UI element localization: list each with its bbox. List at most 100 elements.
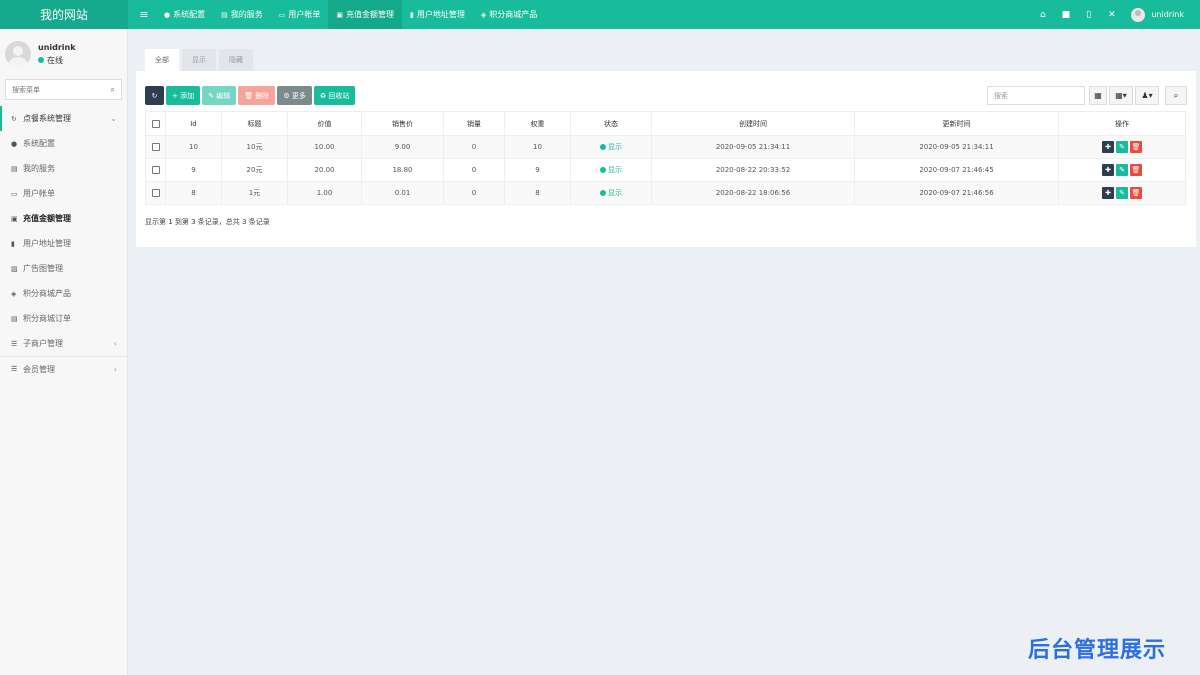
home-icon[interactable]: ⌂ — [1031, 10, 1054, 20]
col-title[interactable]: 标题 — [221, 111, 288, 136]
cell-updated: 2020-09-07 21:46:45 — [854, 158, 1059, 182]
cell-status[interactable]: 显示 — [570, 181, 652, 205]
edit-button[interactable]: ✎ 编辑 — [202, 86, 237, 105]
refresh-button[interactable]: ↻ — [145, 86, 164, 105]
sidebar-item-ordering-system[interactable]: ↻ 点餐系统管理 ⌄ — [0, 106, 127, 131]
topnav-user-bill[interactable]: ▭ 用户帐单 — [271, 0, 329, 29]
tab-shown[interactable]: 显示 — [182, 49, 216, 71]
status-dot-icon — [600, 167, 606, 173]
menu-search-input[interactable] — [12, 85, 102, 94]
edit-row-icon[interactable]: ✎ — [1116, 141, 1128, 153]
sidebar-item-members[interactable]: ☰ 会员管理 ‹ — [0, 356, 127, 381]
search-icon[interactable]: ⌕ — [1165, 86, 1187, 105]
col-updated[interactable]: 更新时间 — [854, 111, 1059, 136]
sidebar-item-my-service[interactable]: ▤ 我的服务 — [0, 156, 127, 181]
sidebar-item-points-order[interactable]: ▤ 积分商城订单 — [0, 306, 127, 331]
col-id[interactable]: Id — [165, 111, 222, 136]
topnav-points-product[interactable]: ◈ 积分商城产品 — [473, 0, 545, 29]
drag-sort-icon[interactable]: ✚ — [1102, 141, 1114, 153]
cell-value: 1.00 — [287, 181, 362, 205]
avatar — [1131, 7, 1146, 22]
cell-status[interactable]: 显示 — [570, 135, 652, 159]
col-created[interactable]: 创建时间 — [651, 111, 855, 136]
header-tools: ⌂ ■ ▯ ✕ unidrink — [1031, 0, 1200, 29]
trash-icon[interactable]: ■ — [1054, 10, 1077, 20]
table-search-input[interactable]: 搜索 — [987, 86, 1085, 105]
cell-updated: 2020-09-05 21:34:11 — [854, 135, 1059, 159]
cell-title: 10元 — [221, 135, 288, 159]
delete-button[interactable]: 🗑 删除 — [238, 86, 276, 105]
toolbar: ↻ + 添加 ✎ 编辑 🗑 删除 ⚙ 更多 ♻ 回收站 — [145, 86, 357, 105]
table-tools: ▦ ▦▾ ♟▾ ⌕ — [1087, 86, 1187, 105]
sidebar-item-user-bill[interactable]: ▭ 用户帐单 — [0, 181, 127, 206]
top-header: 我的网站 ≡ ● 系统配置 ▤ 我的服务 ▭ 用户帐单 ▣ 充值金额管理 ▮ 用户地址管理… — [0, 0, 1200, 29]
card-view-icon[interactable]: ▦ — [1089, 86, 1107, 105]
col-value[interactable]: 价值 — [287, 111, 362, 136]
more-button[interactable]: ⚙ 更多 — [277, 86, 312, 105]
money-icon: ▣ — [11, 214, 18, 223]
columns-icon[interactable]: ▦▾ — [1109, 86, 1133, 105]
menu-toggle-icon[interactable]: ≡ — [132, 8, 156, 21]
edit-row-icon[interactable]: ✎ — [1116, 164, 1128, 176]
delete-row-icon[interactable]: 🗑 — [1130, 164, 1142, 176]
cell-status[interactable]: 显示 — [570, 158, 652, 182]
drag-sort-icon[interactable]: ✚ — [1102, 164, 1114, 176]
topnav-recharge[interactable]: ▣ 充值金额管理 — [328, 0, 402, 29]
user-menu[interactable]: unidrink — [1123, 7, 1200, 22]
site-logo[interactable]: 我的网站 — [0, 0, 128, 29]
refresh-icon: ↻ — [11, 114, 17, 123]
menu-search: ⌕ — [5, 79, 122, 100]
sidebar-item-ads[interactable]: ▨ 广告图管理 — [0, 256, 127, 281]
delete-row-icon[interactable]: 🗑 — [1130, 141, 1142, 153]
table-row: 8 1元 1.00 0.01 0 8 显示 2020-08-22 18:06:5… — [145, 181, 1186, 205]
cell-actions: ✚ ✎ 🗑 — [1058, 158, 1186, 182]
sidebar-item-points-product[interactable]: ◈ 积分商城产品 — [0, 281, 127, 306]
filter-tabs: 全部 显示 隐藏 — [136, 37, 1196, 71]
watermark-caption: 后台管理展示 — [1028, 638, 1167, 663]
cell-price: 9.00 — [361, 135, 444, 159]
row-checkbox[interactable] — [145, 181, 166, 205]
export-icon[interactable]: ♟▾ — [1135, 86, 1159, 105]
add-button[interactable]: + 添加 — [166, 86, 201, 105]
circle-icon: ● — [164, 10, 171, 19]
search-icon[interactable]: ⌕ — [111, 85, 115, 95]
delete-row-icon[interactable]: 🗑 — [1130, 187, 1142, 199]
topnav-address[interactable]: ▮ 用户地址管理 — [402, 0, 473, 29]
cell-value: 10.00 — [287, 135, 362, 159]
list-icon: ▤ — [221, 10, 228, 19]
drag-sort-icon[interactable]: ✚ — [1102, 187, 1114, 199]
circle-icon: ● — [11, 139, 18, 148]
col-weight[interactable]: 权重 — [504, 111, 571, 136]
select-all-checkbox[interactable] — [145, 111, 166, 136]
fullscreen-icon[interactable]: ✕ — [1100, 10, 1123, 20]
topnav-my-service[interactable]: ▤ 我的服务 — [213, 0, 271, 29]
list-icon: ▤ — [11, 314, 18, 323]
sidebar-item-system-config[interactable]: ● 系统配置 — [0, 131, 127, 156]
online-dot-icon — [38, 57, 44, 63]
image-icon: ▨ — [11, 264, 18, 273]
col-sales[interactable]: 销量 — [443, 111, 505, 136]
col-status[interactable]: 状态 — [570, 111, 652, 136]
language-icon[interactable]: ▯ — [1077, 10, 1100, 20]
table-row: 9 20元 20.00 18.80 0 9 显示 2020-08-22 20:3… — [145, 158, 1186, 182]
tab-all[interactable]: 全部 — [145, 49, 179, 71]
sidebar-item-recharge[interactable]: ▣ 充值金额管理 — [0, 206, 127, 231]
status-dot-icon — [600, 144, 606, 150]
pagination-info: 显示第 1 到第 3 条记录，总共 3 条记录 — [145, 218, 270, 226]
sidebar-item-sub-merchant[interactable]: ☰ 子商户管理 ‹ — [0, 331, 127, 356]
cell-sales: 0 — [443, 135, 505, 159]
recycle-bin-button[interactable]: ♻ 回收站 — [313, 86, 356, 105]
sidebar-item-address[interactable]: ▮ 用户地址管理 — [0, 231, 127, 256]
cell-actions: ✚ ✎ 🗑 — [1058, 135, 1186, 159]
topnav-system-config[interactable]: ● 系统配置 — [156, 0, 213, 29]
cell-id: 8 — [165, 181, 222, 205]
col-price[interactable]: 销售价 — [361, 111, 444, 136]
row-checkbox[interactable] — [145, 135, 166, 159]
tab-hidden[interactable]: 隐藏 — [219, 49, 253, 71]
user-name: unidrink — [1151, 10, 1184, 19]
tag-icon: ◈ — [480, 10, 487, 19]
cell-created: 2020-08-22 18:06:56 — [651, 181, 855, 205]
edit-row-icon[interactable]: ✎ — [1116, 187, 1128, 199]
cell-actions: ✚ ✎ 🗑 — [1058, 181, 1186, 205]
row-checkbox[interactable] — [145, 158, 166, 182]
